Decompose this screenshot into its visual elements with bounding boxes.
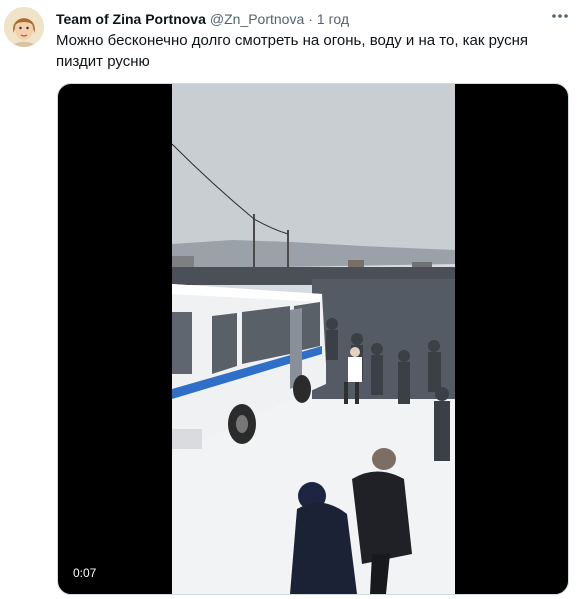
- video-thumbnail: [172, 84, 455, 594]
- avatar-portrait-icon: [4, 7, 44, 47]
- more-dots-icon: [552, 14, 568, 18]
- tweet-header: Team of Zina Portnova @Zn_Portnova · 1 г…: [56, 9, 349, 29]
- video-frame[interactable]: [172, 84, 455, 594]
- user-handle[interactable]: @Zn_Portnova: [210, 11, 304, 27]
- timestamp[interactable]: 1 год: [317, 11, 349, 27]
- avatar[interactable]: [4, 7, 44, 47]
- video-player[interactable]: 0:07: [57, 83, 569, 595]
- tweet-text: Можно бесконечно долго смотреть на огонь…: [56, 32, 529, 70]
- separator-dot: ·: [308, 11, 313, 27]
- tweet[interactable]: Team of Zina Portnova @Zn_Portnova · 1 г…: [0, 0, 581, 599]
- more-options-button[interactable]: [549, 6, 571, 26]
- display-name[interactable]: Team of Zina Portnova: [56, 11, 206, 27]
- video-duration: 0:07: [68, 564, 102, 582]
